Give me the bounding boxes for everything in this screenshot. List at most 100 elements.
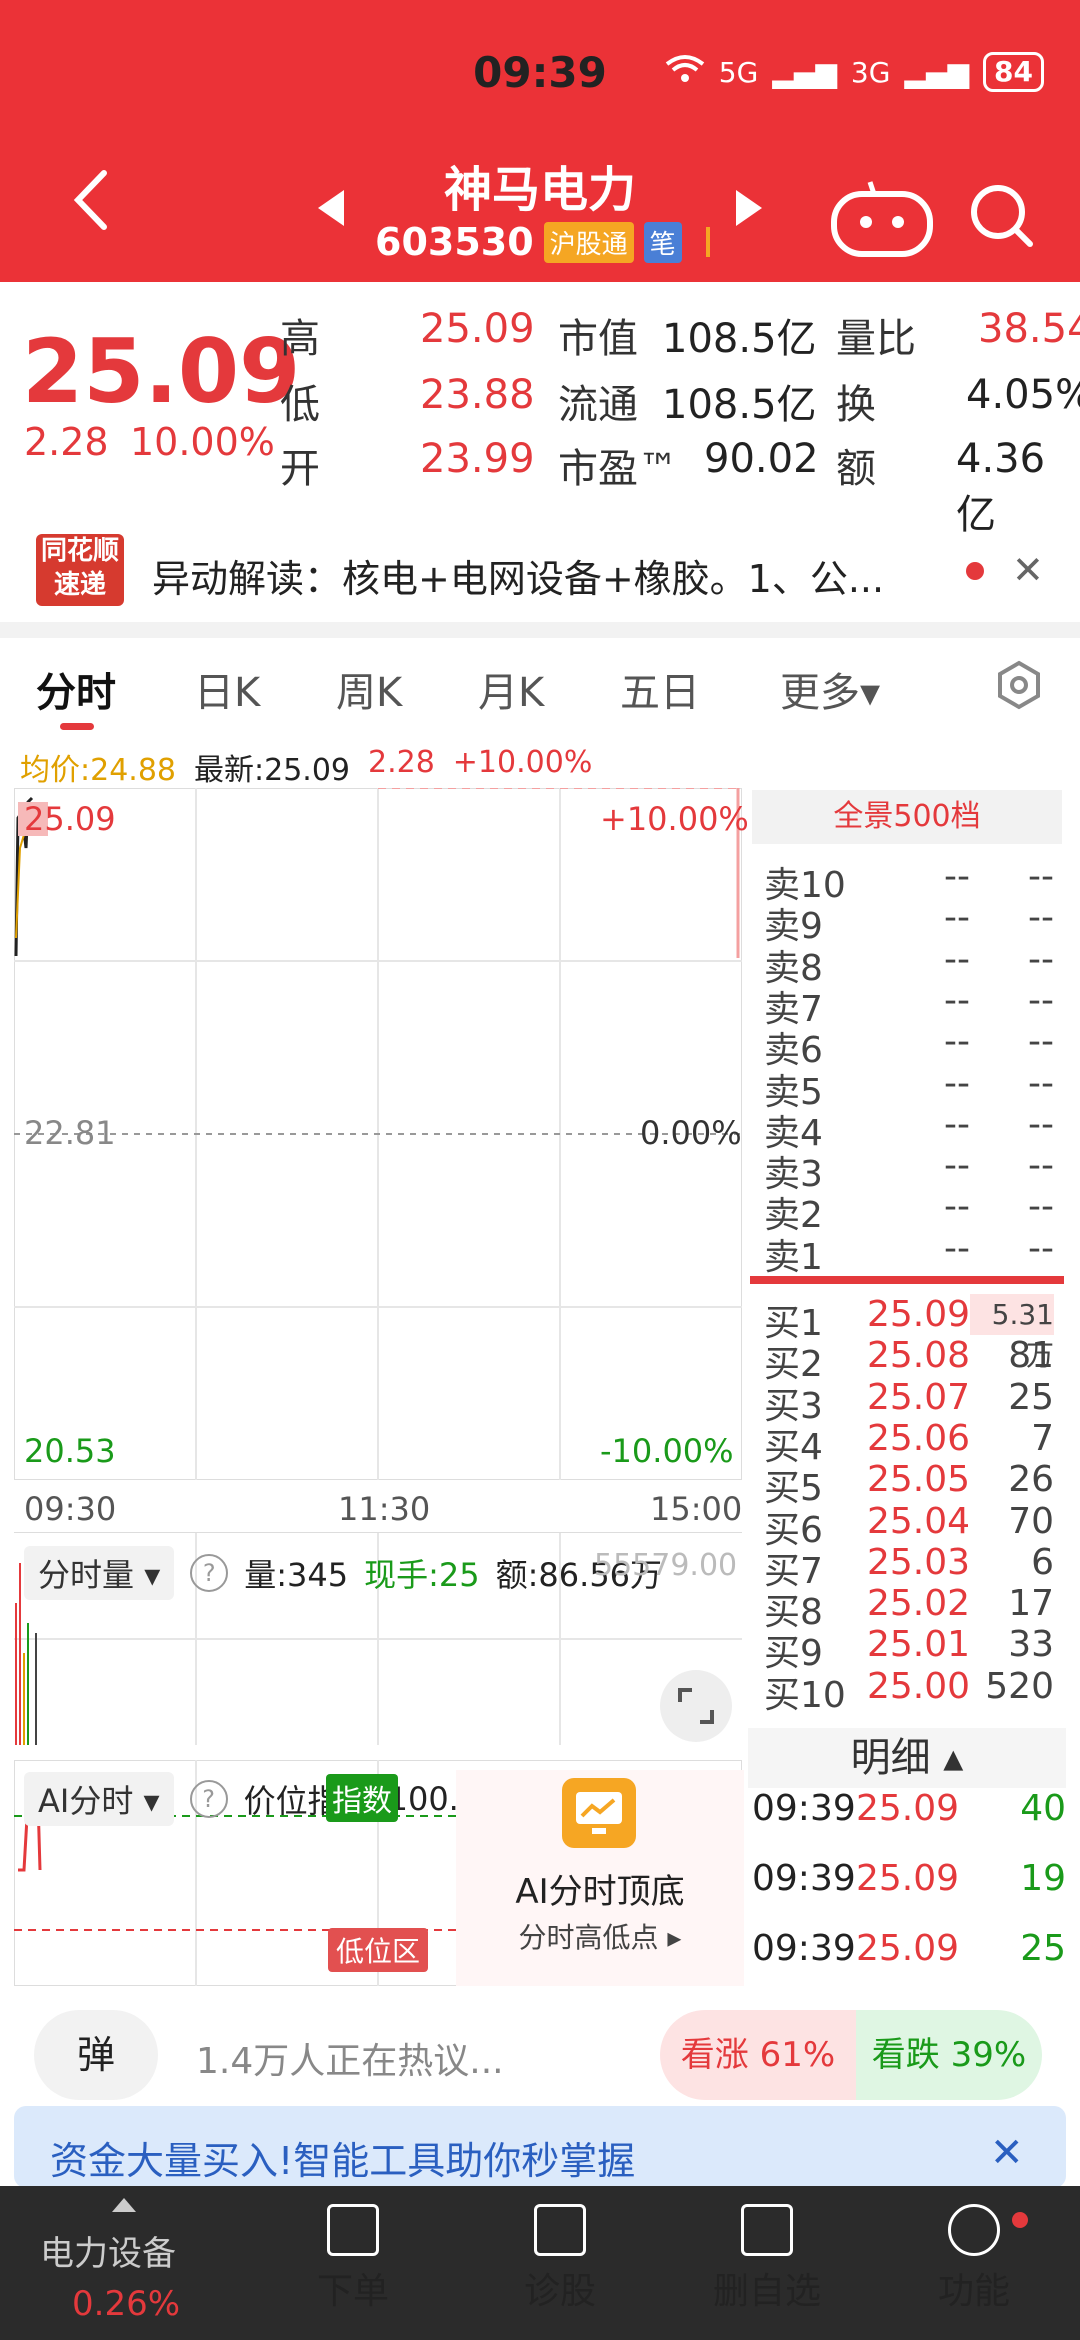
volume-type-dropdown[interactable]: 分时量 ▾ [24, 1546, 175, 1600]
volume-max: 55579.00 [594, 1548, 738, 1583]
ask-price: -- [944, 1021, 970, 1063]
float-value: 108.5亿 [662, 382, 817, 428]
bid-price: 25.09 [866, 1294, 970, 1335]
bid-price: 25.08 [866, 1335, 970, 1377]
help-icon[interactable]: ? [190, 1554, 229, 1592]
nav-functions[interactable]: 功能 [899, 2196, 1049, 2314]
bid-label: 买2 [764, 1344, 823, 1386]
chart-settings-icon[interactable] [994, 660, 1044, 710]
ask-label: 卖6 [764, 1030, 823, 1072]
remove-square-icon [741, 2204, 793, 2256]
bid-label: 买8 [764, 1592, 823, 1634]
nav-remove-watchlist[interactable]: 删自选 [692, 2196, 842, 2314]
tab-monthly-k[interactable]: 月K [478, 660, 544, 718]
bid-row[interactable]: 买7 25.03 6 [764, 1541, 1054, 1592]
trade-detail-price: 25.09 [856, 1788, 960, 1829]
latest-change: 2.28 [368, 745, 435, 780]
ask-row[interactable]: 卖3 -- -- [764, 1145, 1054, 1195]
bid-price: 25.01 [866, 1624, 970, 1666]
mcap-value: 108.5亿 [662, 316, 817, 362]
nav-diagnose[interactable]: 诊股 [485, 2196, 635, 2314]
ai-type-dropdown[interactable]: AI分时 ▾ [24, 1772, 174, 1826]
danmu-toggle-button[interactable]: 弹 [34, 2010, 158, 2100]
ask-row[interactable]: 卖10 -- -- [764, 856, 1054, 906]
sector-name[interactable]: 电力设备 [40, 2226, 176, 2275]
trade-detail-row[interactable]: 09:39 25.09 40 [752, 1788, 1066, 1829]
trade-detail-row[interactable]: 09:39 25.09 19 [752, 1858, 1066, 1899]
bid-volume: 5.31万 [970, 1294, 1054, 1372]
ask-label: 卖4 [764, 1112, 823, 1154]
bid-row[interactable]: 买4 25.06 7 [764, 1418, 1054, 1468]
news-headline[interactable]: 异动解读：核电+电网设备+橡胶。1、公... [152, 548, 884, 603]
caret-up-icon[interactable] [112, 2198, 136, 2212]
promo-text[interactable]: 资金大量买入!智能工具助你秒掌握 [50, 2130, 635, 2185]
search-icon[interactable] [962, 176, 1042, 256]
ask-row[interactable]: 卖5 -- -- [764, 1063, 1054, 1113]
bid-row[interactable]: 买2 25.08 81 [764, 1335, 1054, 1386]
bid-volume: 25 [1008, 1376, 1054, 1418]
bid-row[interactable]: 买5 25.05 26 [764, 1459, 1054, 1509]
ask-row[interactable]: 卖7 -- -- [764, 979, 1054, 1030]
expand-icon[interactable] [660, 1670, 732, 1742]
bid-row[interactable]: 买1 25.09 5.31万 [764, 1294, 1054, 1372]
ask-price: -- [944, 897, 970, 939]
hot-discussion-text[interactable]: 1.4万人正在热议... [196, 2032, 504, 2084]
bid-volume: 6 [1031, 1541, 1054, 1583]
signal-3g: 3G [850, 55, 891, 89]
bid-label: 买7 [764, 1550, 823, 1592]
ask-label: 卖9 [764, 906, 823, 948]
ask-volume: -- [1028, 979, 1054, 1021]
bid-price: 25.07 [866, 1376, 970, 1418]
intraday-chart[interactable] [14, 788, 742, 1480]
tab-more[interactable]: 更多▾ [780, 660, 880, 718]
bid-row[interactable]: 买6 25.04 70 [764, 1501, 1054, 1551]
trade-detail-row[interactable]: 09:39 25.09 25 [752, 1928, 1066, 1969]
time-label-open: 09:30 [24, 1490, 117, 1528]
bid-volume: 81 [1008, 1335, 1054, 1377]
trade-detail-vol: 25 [1020, 1928, 1066, 1969]
orderbook-divider [750, 1276, 1064, 1284]
chart-top-price: 25.09 [24, 800, 116, 838]
bid-label: 买10 [764, 1674, 846, 1716]
ask-row[interactable]: 卖1 -- -- [764, 1228, 1054, 1278]
tab-five-day[interactable]: 五日 [620, 660, 700, 718]
ask-row[interactable]: 卖8 -- -- [764, 939, 1054, 989]
vote-rise-button[interactable]: 看涨 61% [660, 2010, 856, 2100]
robot-assistant-icon[interactable] [824, 176, 940, 260]
ask-label: 卖7 [764, 988, 823, 1030]
tab-weekly-k[interactable]: 周K [336, 660, 402, 718]
ths-news-logo: 同花顺 速递 [36, 534, 124, 606]
bid-row[interactable]: 买10 25.00 520 [764, 1666, 1054, 1716]
bid-label: 买4 [764, 1426, 823, 1468]
ai-card-subtitle[interactable]: 分时高低点 ▸ [456, 1916, 744, 1956]
bid-row[interactable]: 买9 25.01 33 [764, 1624, 1054, 1674]
order-document-icon [327, 2204, 379, 2256]
vote-fall-button[interactable]: 看跌 39% [856, 2010, 1042, 2100]
ask-volume: -- [1028, 1103, 1054, 1145]
bid-row[interactable]: 买3 25.07 25 [764, 1376, 1054, 1427]
ask-row[interactable]: 卖4 -- -- [764, 1103, 1054, 1154]
trade-detail-time: 09:39 [752, 1928, 856, 1969]
trade-detail-header[interactable]: 明细 ▴ [748, 1728, 1066, 1788]
bid-row[interactable]: 买8 25.02 17 [764, 1583, 1054, 1634]
chart-top-pct: +10.00% [600, 800, 749, 838]
ask-row[interactable]: 卖9 -- -- [764, 897, 1054, 948]
close-icon[interactable]: ✕ [1012, 548, 1044, 592]
ask-label: 卖1 [764, 1236, 823, 1278]
tab-daily-k[interactable]: 日K [194, 660, 260, 718]
ask-row[interactable]: 卖2 -- -- [764, 1186, 1054, 1236]
signal-bars-icon: ▂▄▆ [772, 55, 837, 89]
bid-price: 25.03 [866, 1541, 970, 1583]
ask-row[interactable]: 卖6 -- -- [764, 1021, 1054, 1072]
ask-volume: -- [1028, 1145, 1054, 1187]
help-icon[interactable]: ? [189, 1780, 228, 1818]
time-label-mid: 11:30 [338, 1490, 431, 1528]
mcap-label: 市值 [558, 316, 638, 362]
full-depth-button[interactable]: 全景500档 [752, 790, 1062, 844]
close-icon[interactable]: ✕ [990, 2130, 1024, 2176]
ai-card-title[interactable]: AI分时顶底 [456, 1864, 744, 1913]
tab-intraday[interactable]: 分时 [36, 660, 116, 718]
low-value: 23.88 [420, 372, 535, 418]
nav-order[interactable]: 下单 [278, 2196, 428, 2314]
turnover-label: 换 [836, 382, 876, 428]
